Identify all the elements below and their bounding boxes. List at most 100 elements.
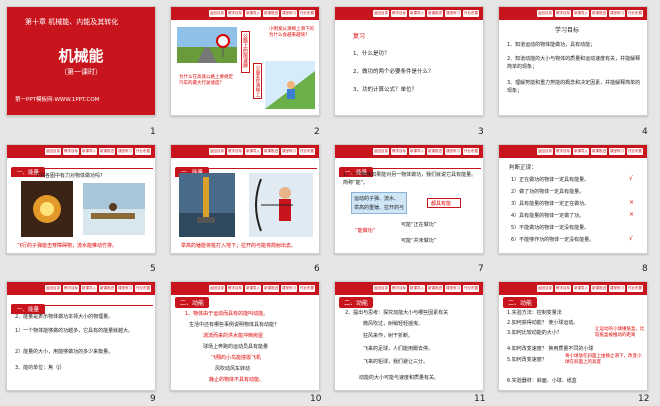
- example-line: 飞来的足球，人们能用脚去停。: [363, 346, 434, 352]
- judge-mark: √: [629, 235, 633, 242]
- bullet-photo: [21, 181, 73, 237]
- slide-number-12: 12: [638, 394, 650, 404]
- judge-item: 4）具有能量的物体一定做了功。: [511, 213, 585, 219]
- slide-thumbnail-7[interactable]: 返回目录 教学目标 新课导入 新课推进 课堂练习 作业布置 一、能量 1、一个物体如果能对…: [334, 144, 484, 254]
- slide-number-7: 7: [478, 264, 484, 274]
- can-do-work-text: “能做功”: [355, 228, 376, 234]
- content-line: 1）一个物体能够做的功越多，它具有的能量就越大。: [15, 328, 134, 334]
- slide-number-8: 8: [642, 264, 648, 274]
- slide-heading: 复习: [353, 33, 366, 40]
- road-photo: [177, 27, 237, 63]
- example-line: 飞来的铅球，我们避让三分。: [363, 359, 429, 365]
- example-line: 狂风来作，树干折断。: [363, 333, 414, 339]
- toolbar: 返回目录 教学目标 新课导入 新课推进 课堂练习 作业布置: [7, 145, 155, 158]
- slide-heading: 判断正误：: [509, 165, 537, 171]
- example-line: 举高的重锤、拉开的弓: [354, 205, 405, 211]
- judge-mark: ×: [629, 211, 635, 218]
- site-text: 第一PPT模板网-WWW.1PPT.COM: [15, 97, 100, 103]
- content-line: 飞翔的小鸟能撞毁飞机: [211, 355, 262, 361]
- toolbar: 返回目录 教学目标 新课导入 新课推进 课堂练习 作业布置: [499, 145, 647, 158]
- section-tab: 二、动能: [175, 297, 210, 308]
- toolbar: 返回目录 教学目标 新课导入 新课推进 课堂练习 作业布置: [171, 145, 319, 158]
- judge-item: 1）正在做功的物体一定具有能量。: [511, 177, 590, 183]
- doing-work-text: 可能“正在做功”: [401, 222, 437, 228]
- slide-caption: 飞行的子弹能击穿障碍物；流水能推动竹排。: [17, 243, 118, 249]
- slide-thumbnail-4[interactable]: 返回目录 教学目标 新课导入 新课推进 课堂练习 作业布置 学习目标 1、知道运动的物体能…: [498, 6, 648, 116]
- slide-thumbnail-5[interactable]: 返回目录 教学目标 新课导入 新课推进 课堂练习 作业布置 一、能量 下列各图中有力对物体…: [6, 144, 156, 254]
- slide-thumbnail-2[interactable]: 返回目录 教学目标 新课导入 新课推进 课堂练习 作业布置 小明发从滑梯上滑下的为什么会越…: [170, 6, 320, 116]
- content-line: 1、物体由于运动而具有的能叫动能。: [185, 311, 269, 317]
- slide-number-10: 10: [310, 394, 322, 404]
- slide-caption: 举高的锤能将桩打入地下；拉开的弓能将箭射出去。: [181, 243, 297, 249]
- slide-number-6: 6: [314, 264, 320, 274]
- experiment-line: 4.如何改变速度？ 换用质量不同的小球: [507, 346, 594, 352]
- archer-photo: [249, 173, 313, 237]
- review-item: 1、什么是功？: [353, 51, 390, 57]
- section-tab: 一、能量: [339, 159, 481, 177]
- pile-driver-photo: [179, 173, 235, 237]
- judge-item: 3）具有能量的物体一定正在做功。: [511, 201, 590, 207]
- slide-thumbnail-3[interactable]: 返回目录 教学目标 新课导入 新课推进 课堂练习 作业布置 复习 1、什么是功？ 2、做功…: [334, 6, 484, 116]
- judge-item: 5）不能做功的物体一定没有能量。: [511, 225, 590, 231]
- goal-line: 2、知道动能的大小与物体的质量和运动速度有关，并能解释简单的现象；: [507, 56, 641, 70]
- road-sign-text: 公路上的限速牌: [242, 33, 248, 68]
- slide-question: 下列各图中有力对物体做功吗？: [35, 173, 106, 179]
- experiment-line: 3.如何比较动能的大小？: [507, 330, 562, 336]
- judge-mark: ×: [629, 199, 635, 206]
- section-tab: 一、能量: [11, 159, 153, 177]
- content-line: 生活中还有哪些事例说明物体具有动能?: [189, 322, 277, 328]
- callout-top-text: 小明发从滑梯上滑下的为什么会越来越快?: [269, 27, 314, 38]
- slide-number-11: 11: [474, 394, 486, 404]
- experiment-line: 2.如何获得动能？ 使小球运动。: [507, 320, 579, 326]
- toolbar: 返回目录 教学目标 新课导入 新课推进 课堂练习 作业布置: [335, 145, 483, 158]
- toolbar: 返回目录 教学目标 新课导入 新课推进 课堂练习 作业布置: [7, 282, 155, 295]
- experiment-answer: 将小球放在斜面上由静止滑下，改变小球在斜面上的高度: [565, 354, 642, 365]
- judge-item: 6）不能够作功的物体一定没有能量。: [511, 237, 595, 243]
- content-line: 风吹动风车转动: [215, 366, 251, 372]
- review-item: 2、做功的两个必要条件是什么？: [353, 69, 434, 75]
- judge-item: 2）做了功的物体一定具有能量。: [511, 189, 585, 195]
- callout-bottom: 为什么在高速公路上要规定汽车的最大行驶速度?: [179, 75, 233, 86]
- slide-thumbnail-10[interactable]: 返回目录 教学目标 新课导入 新课推进 课堂练习 作业布置 二、动能 1、物体由于运动而具…: [170, 281, 320, 391]
- toolbar: 返回目录 教学目标 新课导入 新课推进 课堂练习 作业布置: [171, 282, 319, 295]
- content-line: 2、能量是表示物体做功本领大小的物理量。: [15, 314, 114, 320]
- slide-thumbnail-6[interactable]: 返回目录教学目标新课导入新课推进课堂练习作业布置 一、能量 举高的锤能将桩打入地…: [170, 144, 320, 254]
- section-tab: 一、能量: [11, 296, 153, 314]
- toolbar: 返回目录 教学目标 新课导入 新课推进 课堂练习 作业布置: [335, 282, 483, 295]
- slide-number-1: 1: [150, 127, 156, 137]
- slide-thumbnail-9[interactable]: 返回目录 教学目标 新课导入 新课推进 课堂练习 作业布置 一、能量 2、能量是表示物体做…: [6, 281, 156, 391]
- content-line: 3、能的单位：焦（J）: [15, 365, 65, 371]
- section-tab: 二、动能: [503, 297, 538, 308]
- judge-mark: √: [629, 175, 633, 182]
- experiment-answer: 让运动的小球撞纸盒，比较纸盒被推动的距离: [595, 327, 645, 338]
- definition-line: 1、一个物体如果能对另一物体做功，我们就说它具有能量。简称“能”。: [343, 172, 477, 186]
- slide-number-2: 2: [314, 127, 320, 137]
- content-line: 2）能量的大小，用能够做功的多少来衡量。: [15, 349, 114, 355]
- slide-thumbnail-8[interactable]: 返回目录 教学目标 新课导入 新课推进 课堂练习 作业布置 判断正误： 1）正在做功的物体…: [498, 144, 648, 254]
- slide-thumbnail-1[interactable]: 第十章 机械能、内能及其转化 机械能 （第一课时） 第一PPT模板网-WWW.1…: [6, 6, 156, 116]
- review-item: 3、功的计算公式？单位？: [353, 87, 418, 93]
- toolbar: 返回目录 教学目标 新课导入 新课推进 课堂练习 作业布置: [499, 7, 647, 20]
- section-tab: 一、能量: [175, 159, 317, 177]
- not-doing-work-text: 可能“并未做功”: [401, 238, 437, 244]
- slide-title: 机械能: [58, 47, 104, 65]
- example-line: 微风吹过，树稍轻轻摇曳。: [363, 321, 424, 327]
- content-line: 湍流而来的洪水能冲倒房屋: [203, 333, 264, 339]
- content-line: 球场上奔跑的运动员具有能量: [203, 344, 269, 350]
- slide-photo: [265, 61, 315, 109]
- experiment-line: 5.如何改变速度？: [507, 357, 547, 363]
- slide-sign-text: 小朋友在滑梯上: [255, 65, 260, 97]
- inquiry-line: 2、提出与思考：探究动能大小与哪些因素有关: [345, 310, 449, 316]
- conclusion-line: 动能的大小可能与速度和质量有关。: [359, 375, 440, 381]
- content-line: 静止的物体不具有动能。: [209, 377, 265, 383]
- slide-number-5: 5: [150, 264, 156, 274]
- goal-line: 1、知道运动的物体能做功，具有动能；: [507, 42, 596, 48]
- goal-line: 3、理解势能和重力势能的概念和决定因素，并能解释简单的现象；: [507, 80, 641, 94]
- slide-thumbnail-12[interactable]: 返回目录 教学目标 新课导入 新课推进 课堂练习 作业布置 二、动能 1.实验方法：控制变…: [498, 281, 648, 391]
- experiment-line: 6.实验器材：斜面、小球、纸盒: [507, 378, 577, 384]
- example-line: 运动的子弹、流水、: [354, 196, 400, 202]
- chapter-title: 第十章 机械能、内能及其转化: [25, 18, 119, 26]
- slide-thumbnail-11[interactable]: 返回目录 教学目标 新课导入 新课推进 课堂练习 作业布置 二、动能 2、提出与思考：探究…: [334, 281, 484, 391]
- toolbar: 返回目录 教学目标 新课导入 新课推进 课堂练习 作业布置: [499, 282, 647, 295]
- section-tab: 二、动能: [339, 297, 374, 308]
